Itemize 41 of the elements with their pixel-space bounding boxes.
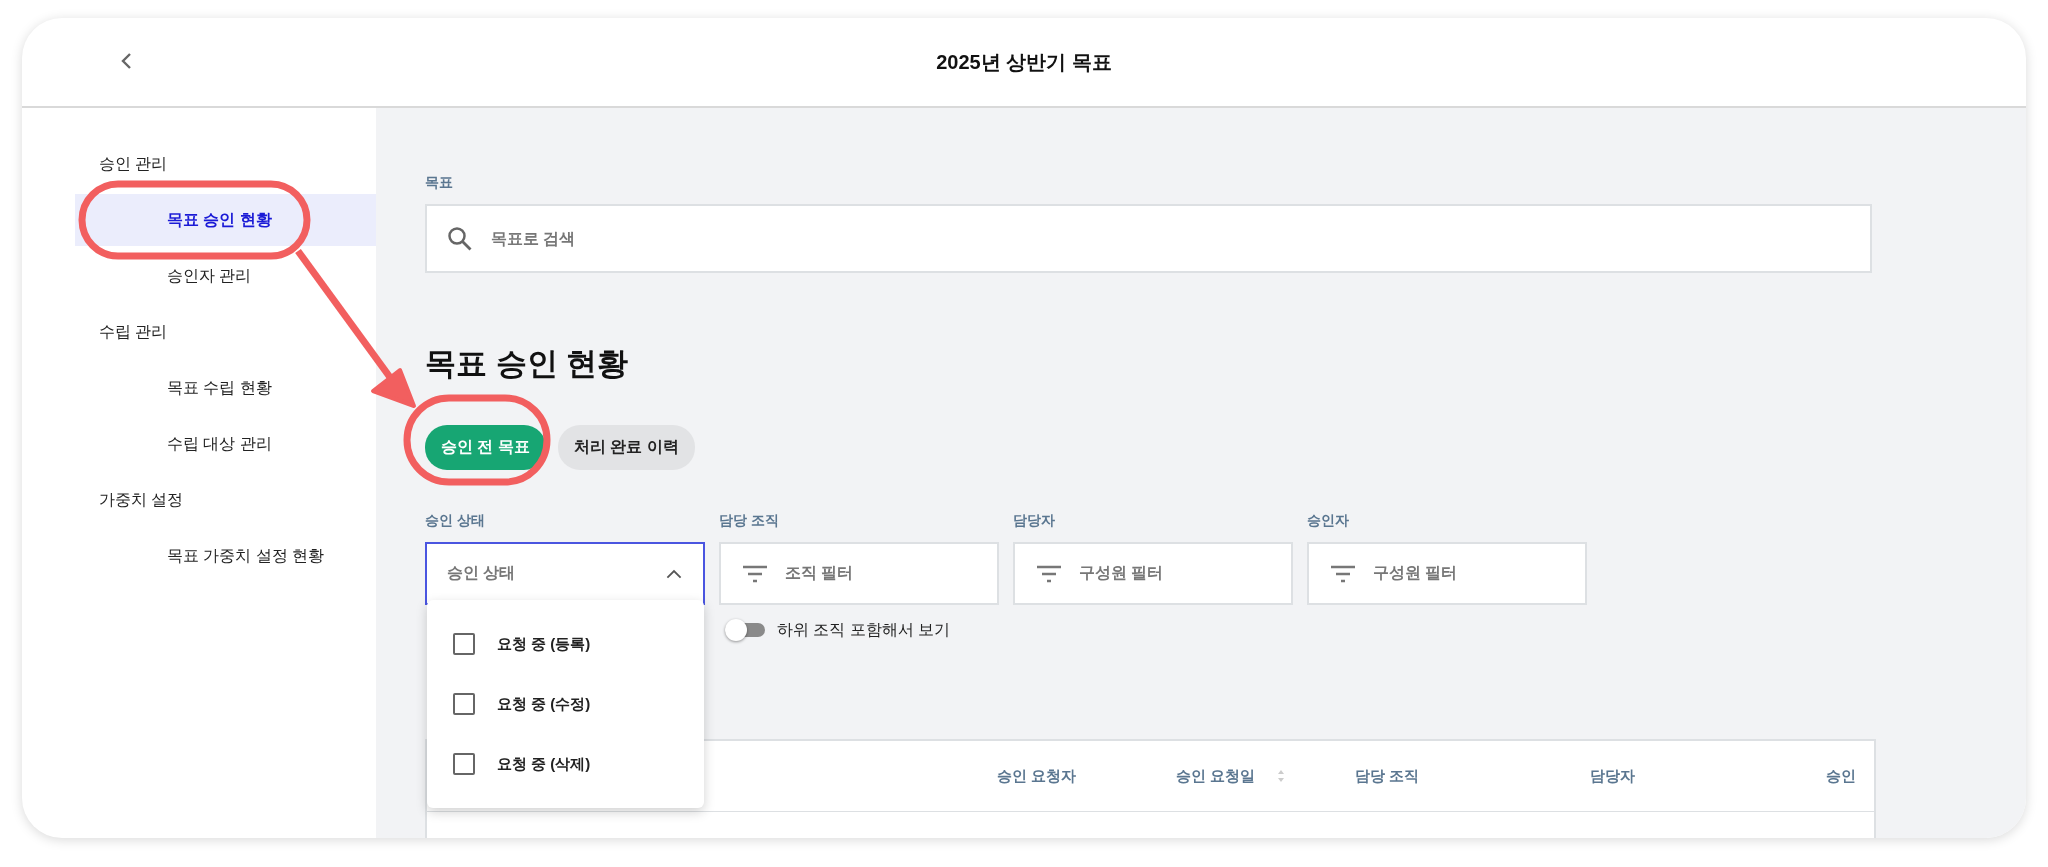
page-title: 목표 승인 현황 (425, 345, 630, 383)
filter-label: 승인자 (1307, 512, 1350, 530)
column-header: 승인 요청자 (997, 766, 1078, 786)
search-label: 목표 (425, 174, 454, 192)
filter-field[interactable]: 구성원 필터 (1013, 542, 1293, 605)
checkbox[interactable] (453, 633, 475, 655)
column-header: 승인 (1826, 766, 1857, 786)
chevron-icon (665, 567, 683, 580)
search-icon (447, 225, 473, 252)
filter-icon (1329, 563, 1357, 584)
checkbox[interactable] (453, 753, 475, 775)
dropdown-option[interactable]: 요청 중 (삭제) (427, 734, 704, 794)
sidebar-item[interactable]: 승인자 관리 (75, 250, 376, 302)
sidebar-item[interactable]: 목표 수립 현황 (75, 362, 376, 414)
status-dropdown[interactable]: 승인 상태 (425, 542, 705, 605)
sidebar-item[interactable]: 목표 가중치 설정 현황 (75, 530, 376, 582)
page-header-title: 2025년 상반기 목표 (936, 49, 1112, 75)
option-label: 요청 중 (수정) (497, 694, 591, 714)
sidebar-group-label: 가중치 설정 (98, 490, 185, 510)
filter-label: 담당 조직 (719, 512, 780, 530)
filter-icon (741, 563, 769, 584)
sidebar-group-label: 승인 관리 (98, 154, 169, 174)
filter-label: 담당자 (1013, 512, 1056, 530)
option-label: 요청 중 (삭제) (497, 754, 591, 774)
option-label: 요청 중 (등록) (497, 634, 591, 654)
tab[interactable]: 처리 완료 이력 (557, 425, 695, 470)
filter-field[interactable]: 조직 필터 (719, 542, 999, 605)
dropdown-option[interactable]: 요청 중 (등록) (427, 614, 704, 674)
toggle-switch[interactable] (725, 619, 765, 641)
sidebar-group-label: 수립 관리 (98, 322, 169, 342)
sidebar-item[interactable]: 목표 승인 현황 (75, 194, 376, 246)
filter-icon (1035, 563, 1063, 584)
toggle-label: 하위 조직 포함해서 보기 (777, 619, 951, 640)
column-header: 담당자 (1590, 766, 1636, 786)
sidebar-item[interactable]: 수립 대상 관리 (75, 418, 376, 470)
filter-field[interactable]: 구성원 필터 (1307, 542, 1587, 605)
dropdown-option[interactable]: 요청 중 (수정) (427, 674, 704, 734)
checkbox[interactable] (453, 693, 475, 715)
filter-label: 승인 상태 (425, 512, 486, 530)
column-header: 담당 조직 (1355, 766, 1421, 786)
column-header[interactable]: 승인 요청일 (1176, 766, 1355, 786)
